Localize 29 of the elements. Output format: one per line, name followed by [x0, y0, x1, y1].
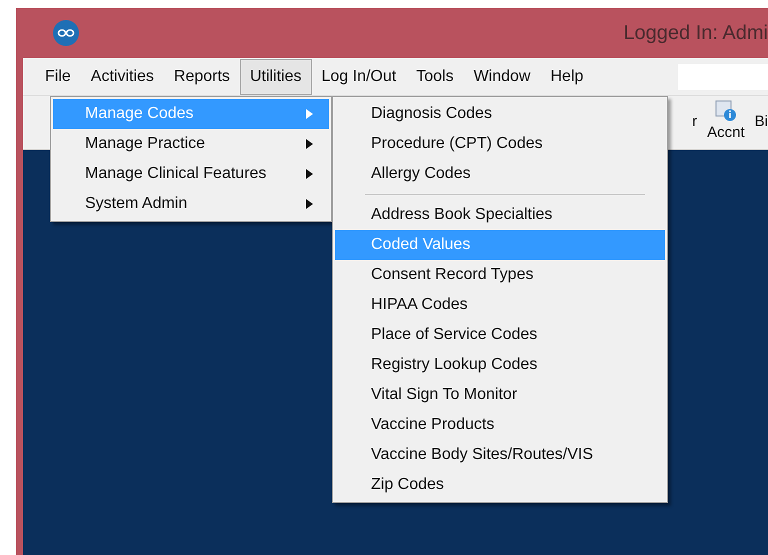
toolbar-label: Bi: [754, 112, 768, 132]
menu-item[interactable]: Utilities: [240, 58, 312, 94]
menu-item[interactable]: Tools: [406, 58, 464, 94]
menu-item[interactable]: Log In/Out: [312, 58, 406, 94]
menu-item[interactable]: Activities: [80, 58, 164, 94]
menu-item[interactable]: Allergy Codes: [335, 159, 665, 189]
menu-item[interactable]: Diagnosis Codes: [335, 99, 665, 129]
menu-item[interactable]: Registry Lookup Codes: [335, 350, 665, 380]
menu-item[interactable]: Manage Practice: [53, 129, 329, 159]
menu-item[interactable]: System Admin: [53, 189, 329, 219]
menu-item[interactable]: Manage Clinical Features: [53, 159, 329, 189]
menu-item[interactable]: Vaccine Products: [335, 410, 665, 440]
menu-item[interactable]: File: [35, 58, 81, 94]
menu-item[interactable]: Address Book Specialties: [335, 200, 665, 230]
toolbar-label: r: [692, 112, 698, 132]
menu-item[interactable]: Zip Codes: [335, 470, 665, 500]
menu-item[interactable]: Reports: [164, 58, 240, 94]
menu-item[interactable]: Procedure (CPT) Codes: [335, 129, 665, 159]
menu-item[interactable]: Vaccine Body Sites/Routes/VIS: [335, 440, 665, 470]
menu-item[interactable]: HIPAA Codes: [335, 290, 665, 320]
account-info-icon: [714, 100, 737, 122]
menu-item[interactable]: Consent Record Types: [335, 260, 665, 290]
menu-item[interactable]: Vital Sign To Monitor: [335, 380, 665, 410]
menu-item[interactable]: Place of Service Codes: [335, 320, 665, 350]
toolbar-button[interactable]: Accnt: [705, 100, 747, 145]
menu-item[interactable]: Help: [540, 58, 594, 94]
menu-item[interactable]: Window: [464, 58, 540, 94]
app-logo-icon: [53, 20, 79, 46]
window-title: Logged In: Admi: [623, 21, 768, 46]
